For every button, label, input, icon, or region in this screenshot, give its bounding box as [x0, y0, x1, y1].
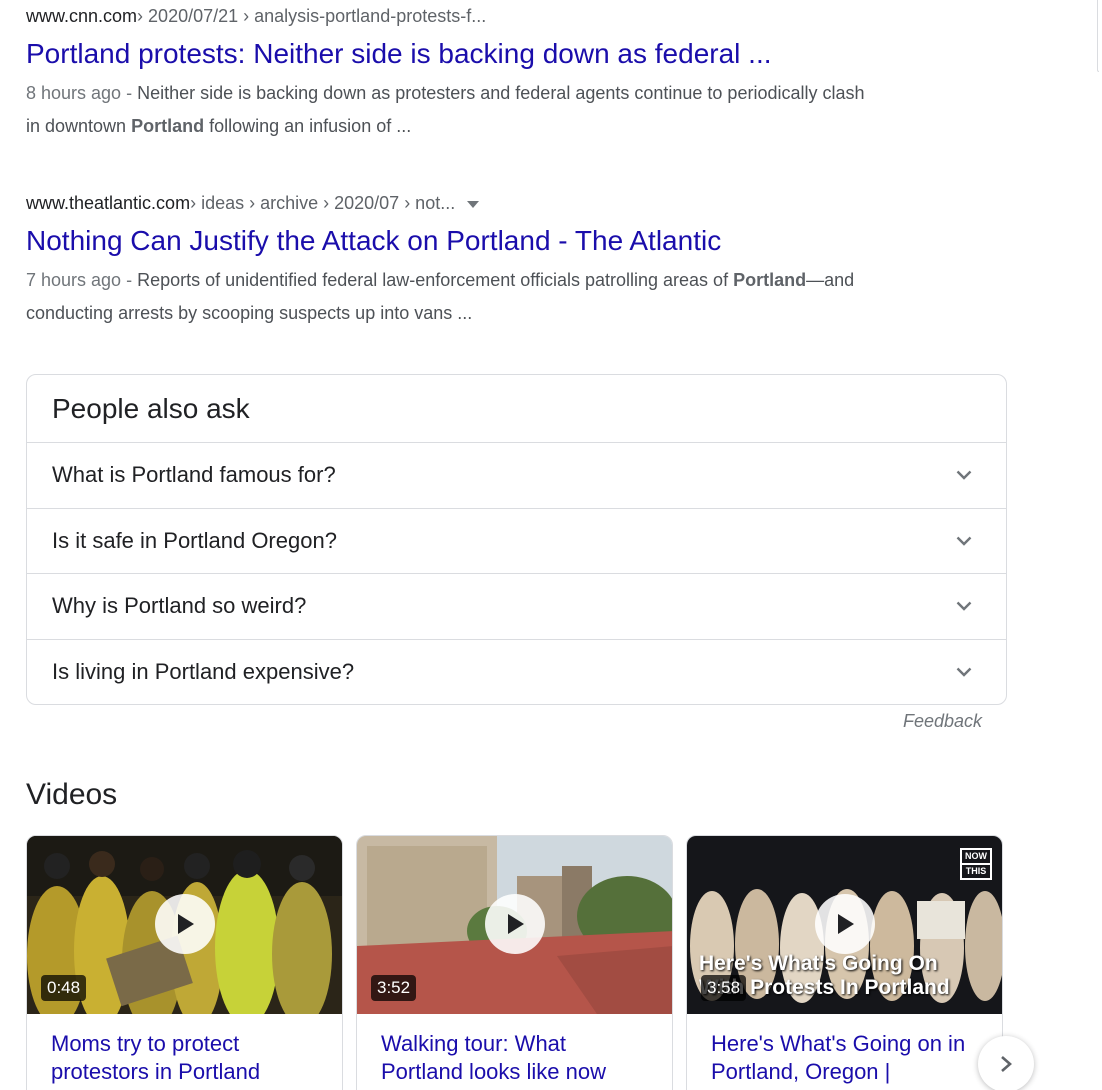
- result-snippet: 7 hours ago - Reports of unidentified fe…: [26, 264, 866, 330]
- feedback-link[interactable]: Feedback: [903, 711, 982, 732]
- video-card[interactable]: 3:52 Walking tour: What Portland looks l…: [356, 835, 673, 1090]
- result-host: www.theatlantic.com: [26, 193, 191, 213]
- paa-question[interactable]: Is it safe in Portland Oregon?: [27, 509, 1006, 574]
- search-result: www.theatlantic.com › ideas › archive › …: [26, 191, 866, 330]
- video-duration: 3:52: [371, 975, 417, 1001]
- result-path: › 2020/07/21 › analysis-portland-protest…: [137, 6, 487, 26]
- nowthis-logo: NOW THIS: [960, 848, 992, 880]
- video-duration: 3:58: [701, 975, 747, 1001]
- chevron-down-icon[interactable]: [944, 521, 984, 561]
- result-breadcrumb[interactable]: www.theatlantic.com › ideas › archive › …: [26, 191, 866, 215]
- snippet-highlight: Portland: [733, 270, 807, 290]
- video-duration: 0:48: [41, 975, 87, 1001]
- logo-text: NOW: [962, 850, 990, 865]
- result-path: › ideas › archive › 2020/07 › not...: [190, 193, 456, 213]
- caret-down-icon[interactable]: [467, 200, 480, 208]
- play-icon[interactable]: [814, 894, 875, 954]
- thumbnail-caption: Here's What's Going On: [699, 952, 938, 975]
- date-separator: -: [121, 83, 138, 103]
- video-card[interactable]: NOW THIS Here's What's Going On With Pro…: [686, 835, 1003, 1090]
- video-title[interactable]: Moms try to protect protestors in Portla…: [27, 1014, 342, 1086]
- paa-question[interactable]: What is Portland famous for?: [27, 443, 1006, 509]
- video-thumbnail[interactable]: 0:48: [27, 836, 342, 1014]
- paa-question-text: What is Portland famous for?: [52, 462, 336, 488]
- video-thumbnail[interactable]: NOW THIS Here's What's Going On With Pro…: [687, 836, 1002, 1014]
- play-icon[interactable]: [484, 894, 545, 954]
- result-date: 7 hours ago: [26, 270, 122, 290]
- snippet-highlight: Portland: [131, 116, 205, 136]
- paa-question-text: Is living in Portland expensive?: [52, 659, 355, 685]
- result-snippet: 8 hours ago - Neither side is backing do…: [26, 77, 866, 143]
- paa-question-text: Is it safe in Portland Oregon?: [52, 527, 337, 553]
- play-icon[interactable]: [154, 894, 215, 954]
- video-title[interactable]: Here's What's Going on in Portland, Oreg…: [687, 1014, 1002, 1086]
- video-card[interactable]: 0:48 Moms try to protect protestors in P…: [26, 835, 343, 1090]
- date-separator: -: [121, 270, 138, 290]
- paa-question-text: Why is Portland so weird?: [52, 593, 307, 619]
- result-breadcrumb[interactable]: www.cnn.com › 2020/07/21 › analysis-port…: [26, 4, 866, 28]
- chevron-down-icon[interactable]: [944, 652, 984, 692]
- paa-question[interactable]: Why is Portland so weird?: [27, 574, 1006, 640]
- result-date: 8 hours ago: [26, 83, 122, 103]
- search-result: www.cnn.com › 2020/07/21 › analysis-port…: [26, 4, 866, 143]
- chevron-down-icon[interactable]: [944, 455, 984, 495]
- logo-text: THIS: [965, 866, 987, 876]
- result-title-link[interactable]: Nothing Can Justify the Attack on Portla…: [26, 223, 866, 259]
- chevron-down-icon[interactable]: [944, 586, 984, 626]
- videos-heading: Videos: [26, 778, 118, 811]
- people-also-ask-panel: People also ask What is Portland famous …: [26, 374, 1007, 705]
- right-panel-edge: [1097, 0, 1099, 72]
- people-also-ask-heading: People also ask: [27, 375, 1006, 443]
- video-thumbnail[interactable]: 3:52: [357, 836, 672, 1014]
- snippet-text: Reports of unidentified federal law-enfo…: [137, 270, 734, 290]
- paa-question[interactable]: Is living in Portland expensive?: [27, 640, 1006, 705]
- video-title[interactable]: Walking tour: What Portland looks like n…: [357, 1014, 672, 1086]
- result-host: www.cnn.com: [26, 6, 138, 26]
- chevron-right-icon[interactable]: [978, 1036, 1034, 1090]
- snippet-text-end: following an infusion of ...: [204, 116, 412, 136]
- result-title-link[interactable]: Portland protests: Neither side is backi…: [26, 36, 866, 72]
